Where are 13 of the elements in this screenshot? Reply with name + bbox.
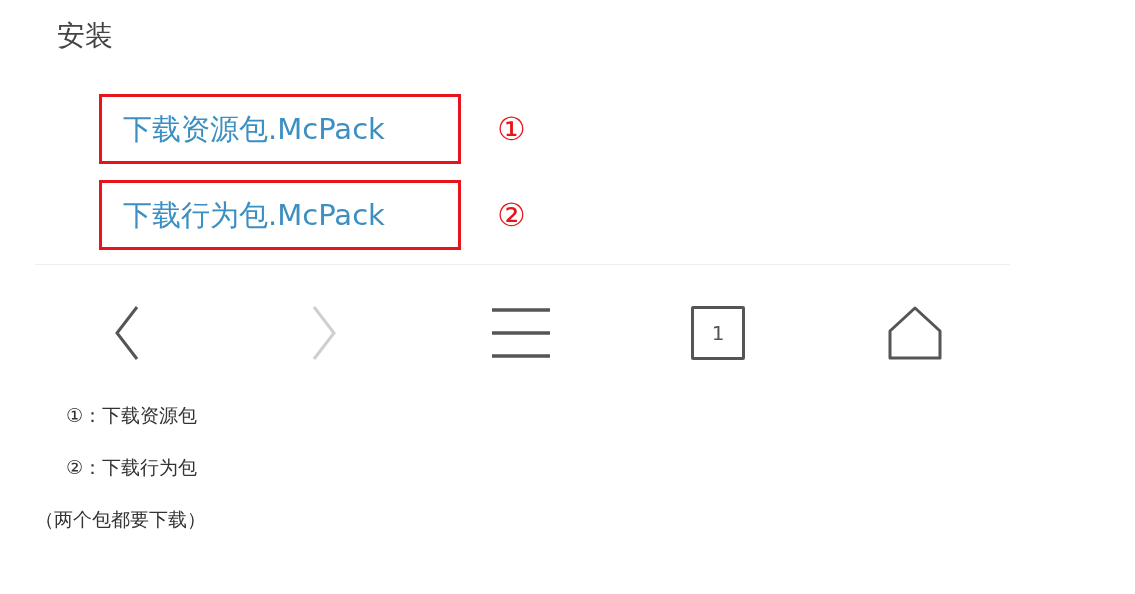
chevron-left-icon: [113, 305, 141, 361]
annotation-number: ②: [497, 195, 526, 236]
page-heading: 安装: [57, 19, 113, 52]
download-link[interactable]: 下载行为包.McPack: [123, 195, 385, 235]
menu-icon: [490, 307, 552, 359]
note-text: ②：下载行为包: [65, 455, 199, 480]
chevron-right-icon: [310, 305, 338, 361]
home-icon: [887, 305, 943, 361]
tabs-button[interactable]: 1: [691, 306, 745, 360]
download-link[interactable]: 下载资源包.McPack: [123, 109, 385, 149]
note-text: ①：下载资源包: [65, 403, 199, 428]
note-text: （两个包都要下载）: [34, 507, 207, 532]
annotation-number: ①: [497, 109, 526, 150]
